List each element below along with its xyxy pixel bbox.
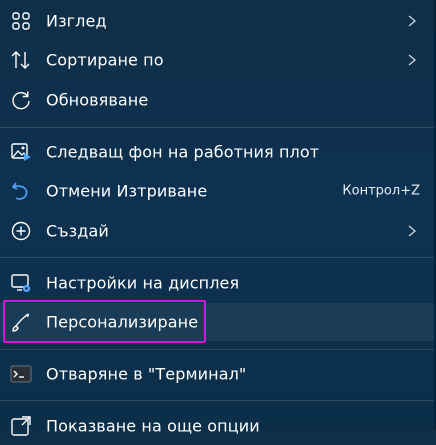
divider <box>0 400 434 401</box>
sort-icon <box>10 49 32 71</box>
chevron-right-icon <box>406 14 418 28</box>
menu-item-show-more-options[interactable]: Показване на още опции <box>0 407 434 445</box>
menu-item-label: Персонализиране <box>46 312 199 332</box>
menu-item-display-settings[interactable]: Настройки на дисплея <box>0 264 434 302</box>
menu-item-label: Настройки на дисплея <box>46 273 240 293</box>
menu-item-label: Обновяване <box>46 90 149 110</box>
shortcut-text: Контрол+Z <box>342 183 420 199</box>
menu-item-personalize[interactable]: Персонализиране <box>0 303 434 341</box>
menu-item-label: Показване на още опции <box>46 416 260 436</box>
divider <box>0 127 434 128</box>
grid-view-icon <box>10 10 32 32</box>
menu-item-view[interactable]: Изглед <box>0 2 434 40</box>
brush-icon <box>10 311 32 333</box>
next-wallpaper-icon <box>10 141 32 163</box>
menu-item-label: Сортиране по <box>46 50 164 70</box>
menu-item-label: Създай <box>46 221 109 241</box>
menu-item-undo-delete[interactable]: Отмени Изтриване Контрол+Z <box>0 172 434 210</box>
menu-item-open-terminal[interactable]: Отваряне в "Терминал" <box>0 355 434 393</box>
refresh-icon <box>10 89 32 111</box>
menu-item-sort-by[interactable]: Сортиране по <box>0 41 434 79</box>
divider <box>0 349 434 350</box>
divider <box>0 257 434 258</box>
chevron-right-icon <box>406 53 418 67</box>
context-menu: Изглед Сортиране по Обновяване Следващ ф… <box>0 0 436 436</box>
menu-item-label: Отмени Изтриване <box>46 181 208 201</box>
terminal-icon <box>10 363 32 385</box>
add-circle-icon <box>10 220 32 242</box>
display-settings-icon <box>10 272 32 294</box>
menu-item-refresh[interactable]: Обновяване <box>0 81 434 119</box>
menu-item-next-wallpaper[interactable]: Следващ фон на работния плот <box>0 133 434 171</box>
more-options-icon <box>10 415 32 437</box>
menu-item-new[interactable]: Създай <box>0 212 434 250</box>
menu-item-label: Изглед <box>46 11 107 31</box>
menu-item-label: Следващ фон на работния плот <box>46 142 320 162</box>
chevron-right-icon <box>406 224 418 238</box>
undo-icon <box>10 180 32 202</box>
menu-item-label: Отваряне в "Терминал" <box>46 364 247 384</box>
